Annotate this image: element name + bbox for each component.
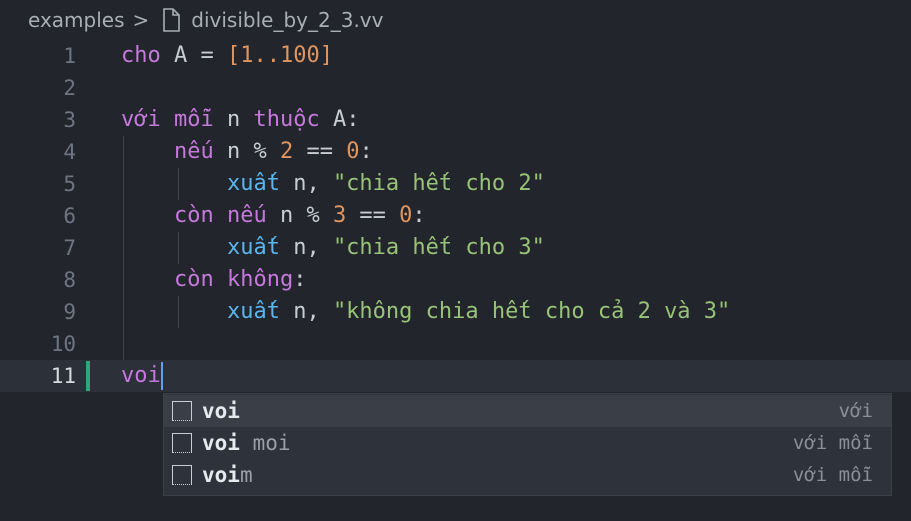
suggestion-item[interactable]: voi với — [164, 395, 891, 427]
code-line[interactable]: 1 cho A = [1..100] — [0, 40, 911, 72]
breadcrumb-folder[interactable]: examples — [28, 8, 125, 32]
code-token: [1..100] — [226, 43, 333, 68]
breadcrumb: examples > divisible_by_2_3.vv — [28, 6, 383, 34]
code-text: xuất n, "chia hết cho 2" — [121, 168, 545, 200]
snippet-icon — [172, 433, 192, 453]
line-number: 9 — [63, 300, 76, 324]
code-text: còn không: — [121, 264, 306, 296]
code-token: 0 — [399, 203, 413, 228]
code-line[interactable]: 5 xuất n, "chia hết cho 2" — [0, 168, 911, 200]
suggestion-rest: m — [239, 463, 253, 487]
code-token: n — [213, 107, 254, 132]
code-token: 3 — [332, 203, 347, 228]
code-text: xuất n, "chia hết cho 3" — [121, 232, 545, 264]
suggestion-label: voi — [202, 395, 240, 427]
code-token: n % — [213, 139, 280, 164]
code-line[interactable]: 8 còn không: — [0, 264, 911, 296]
code-token: xuất — [226, 235, 280, 260]
code-token: 0 — [346, 139, 360, 164]
breadcrumb-separator: > — [132, 8, 150, 32]
snippet-icon — [172, 465, 192, 485]
suggestion-label: voim — [202, 459, 253, 491]
code-token: "chia hết cho 3" — [332, 235, 545, 260]
suggestion-match: voi — [202, 431, 240, 455]
code-token: "không chia hết cho cả 2 và 3" — [332, 299, 731, 324]
code-token: A = — [160, 43, 227, 68]
code-token: xuất — [226, 299, 280, 324]
code-token: : — [412, 203, 426, 228]
code-line[interactable]: 7 xuất n, "chia hết cho 3" — [0, 232, 911, 264]
line-number: 6 — [63, 204, 76, 228]
code-token: còn nếu — [173, 203, 267, 228]
code-token: == — [346, 203, 400, 228]
text-cursor — [160, 362, 163, 390]
code-text: cho A = [1..100] — [121, 40, 333, 72]
code-line[interactable]: 4 nếu n % 2 == 0: — [0, 136, 911, 168]
code-token: n, — [279, 171, 333, 196]
line-number: 8 — [63, 268, 76, 292]
code-line[interactable]: 10 — [0, 328, 911, 360]
code-token: thuộc — [253, 107, 320, 132]
code-text: nếu n % 2 == 0: — [121, 136, 373, 168]
suggestion-detail: với mỗi — [792, 432, 873, 454]
modified-line-marker — [86, 361, 90, 391]
autocomplete-popup: voi với voi moi với mỗi voim với mỗi — [163, 393, 892, 496]
code-token: == — [293, 139, 347, 164]
code-token: còn không — [173, 267, 294, 292]
code-token: nếu — [173, 139, 214, 164]
suggestion-item[interactable]: voim với mỗi — [164, 459, 891, 491]
line-number: 5 — [63, 172, 76, 196]
line-number: 3 — [63, 108, 76, 132]
suggestion-detail: với — [838, 400, 873, 422]
indent-guide — [123, 136, 124, 360]
suggestion-item[interactable]: voi moi với mỗi — [164, 427, 891, 459]
suggestion-match: voi — [202, 463, 240, 487]
code-token: cho — [121, 43, 161, 68]
line-number: 11 — [50, 364, 76, 388]
code-line[interactable]: 9 xuất n, "không chia hết cho cả 2 và 3" — [0, 296, 911, 328]
code-token: xuất — [226, 171, 280, 196]
snippet-icon — [172, 401, 192, 421]
code-line[interactable]: 11 voi — [0, 360, 911, 392]
code-text: còn nếu n % 3 == 0: — [121, 200, 426, 232]
suggestion-match: voi — [202, 399, 240, 423]
code-line[interactable]: 3 với mỗi n thuộc A: — [0, 104, 911, 136]
code-line[interactable]: 6 còn nếu n % 3 == 0: — [0, 200, 911, 232]
line-number: 4 — [63, 140, 76, 164]
suggestion-rest: moi — [239, 431, 291, 455]
code-token: : — [293, 267, 307, 292]
indent-guide — [178, 296, 179, 328]
code-editor-window: examples > divisible_by_2_3.vv 1 cho A = … — [0, 0, 911, 521]
code-text: với mỗi n thuộc A: — [121, 104, 359, 136]
suggestion-label: voi moi — [202, 427, 291, 459]
code-token: n % — [266, 203, 333, 228]
line-number: 7 — [63, 236, 76, 260]
breadcrumb-file[interactable]: divisible_by_2_3.vv — [191, 8, 383, 32]
line-number: 1 — [63, 44, 76, 68]
line-number: 10 — [50, 332, 76, 356]
indent-guide — [178, 168, 179, 200]
code-token: "chia hết cho 2" — [332, 171, 545, 196]
indent-guide — [178, 232, 179, 264]
code-token: 2 — [279, 139, 294, 164]
code-token: A: — [319, 107, 360, 132]
code-token: n, — [279, 299, 333, 324]
code-text: xuất n, "không chia hết cho cả 2 và 3" — [121, 296, 730, 328]
code-text: voi — [121, 360, 161, 392]
code-token: với mỗi — [121, 107, 214, 132]
line-number: 2 — [63, 76, 76, 100]
file-icon — [159, 7, 183, 33]
code-line[interactable]: 2 — [0, 72, 911, 104]
code-token: : — [359, 139, 373, 164]
suggestion-detail: với mỗi — [792, 464, 873, 486]
code-token: n, — [279, 235, 333, 260]
code-token: voi — [121, 363, 161, 388]
